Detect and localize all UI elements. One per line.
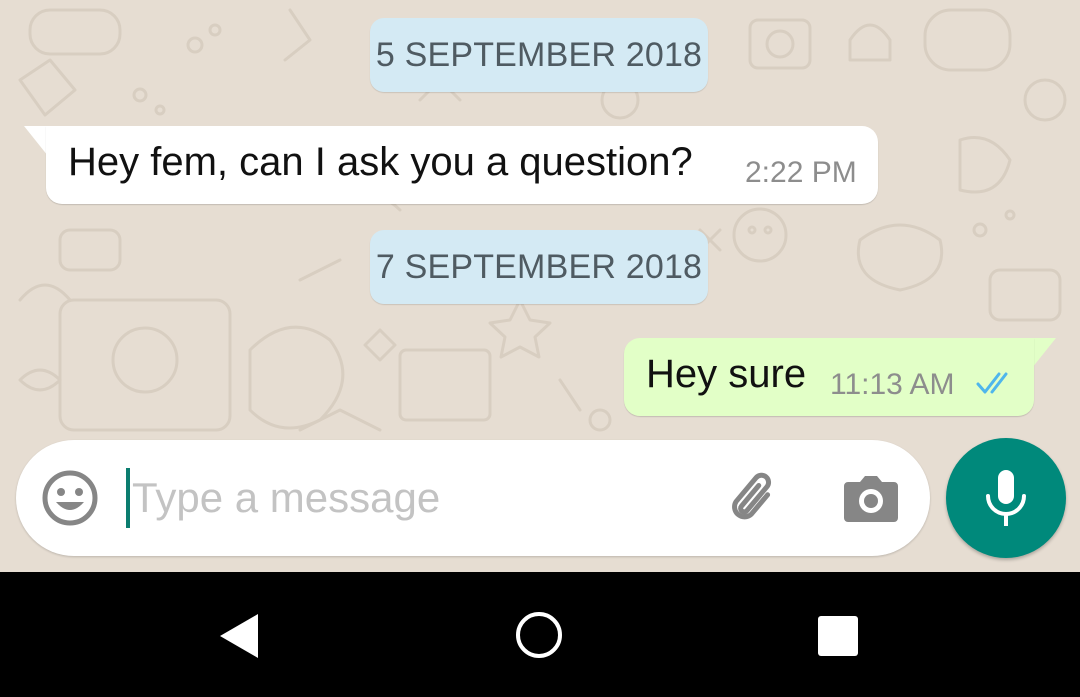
emoji-icon[interactable] <box>42 470 98 526</box>
microphone-button[interactable] <box>946 438 1066 558</box>
incoming-bubble-tail <box>24 126 48 156</box>
double-check-icon <box>976 372 1008 394</box>
message-time: 11:13 AM <box>830 368 955 401</box>
recents-square-icon[interactable] <box>818 616 858 656</box>
outgoing-message-bubble[interactable]: Hey sure 11:13 AM <box>624 338 1034 416</box>
chat-area: 5 SEPTEMBER 2018 Hey fem, can I ask you … <box>0 0 1080 572</box>
home-circle-icon[interactable] <box>514 610 564 660</box>
date-separator: 5 SEPTEMBER 2018 <box>370 18 708 92</box>
camera-icon[interactable] <box>842 470 900 526</box>
system-navigation-bar <box>0 572 1080 697</box>
message-text: Hey sure <box>646 352 807 396</box>
message-time: 2:22 PM <box>745 156 857 189</box>
text-caret <box>126 468 130 528</box>
message-input[interactable] <box>132 464 692 532</box>
message-composer <box>16 440 930 556</box>
message-text: Hey fem, can I ask you a question? <box>68 140 693 184</box>
paperclip-icon[interactable] <box>724 470 784 530</box>
microphone-icon <box>986 470 1026 526</box>
incoming-message-bubble[interactable]: Hey fem, can I ask you a question? 2:22 … <box>46 126 878 204</box>
outgoing-bubble-tail <box>1032 338 1056 368</box>
date-separator: 7 SEPTEMBER 2018 <box>370 230 708 304</box>
back-triangle-icon[interactable] <box>218 612 260 660</box>
